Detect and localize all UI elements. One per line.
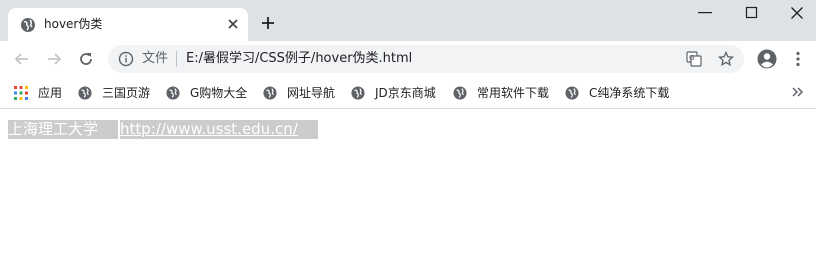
browser-toolbar: 文件 E:/暑假学习/CSS例子/hover伪类.html G	[0, 41, 816, 77]
globe-icon	[166, 86, 180, 100]
minimize-icon[interactable]	[698, 12, 712, 14]
bookmark-label: 常用软件下载	[477, 86, 550, 100]
bookmark-item[interactable]: C纯净系统下载	[565, 84, 669, 102]
info-icon[interactable]	[118, 51, 134, 67]
bookmark-item[interactable]: G购物大全	[166, 84, 247, 102]
more-vert-icon[interactable]	[794, 51, 802, 67]
new-tab-icon[interactable]	[261, 16, 275, 30]
translate-icon[interactable]: G	[686, 51, 702, 67]
globe-icon	[263, 86, 277, 100]
globe-icon	[78, 86, 92, 100]
bookmark-label: C纯净系统下载	[589, 86, 670, 100]
link-usst-name[interactable]: 上海理工大学	[8, 120, 119, 139]
address-bar[interactable]: 文件 E:/暑假学习/CSS例子/hover伪类.html G	[108, 45, 744, 73]
tab-active[interactable]: hover伪类	[8, 8, 248, 41]
link-row: 上海理工大学 http://www.usst.edu.cn/	[8, 120, 318, 139]
svg-text:G: G	[689, 54, 694, 62]
back-icon[interactable]	[13, 50, 31, 68]
bookmark-label: JD京东商城	[375, 86, 436, 100]
globe-icon	[351, 86, 365, 100]
globe-icon	[565, 86, 579, 100]
bookmark-item[interactable]: 三国页游	[78, 84, 150, 102]
bookmark-star-icon[interactable]	[718, 51, 734, 67]
bookmark-label: 三国页游	[102, 86, 151, 100]
omnibox-divider	[176, 51, 177, 67]
bookmark-item[interactable]: 常用软件下载	[453, 84, 549, 102]
close-icon[interactable]	[226, 17, 240, 31]
maximize-icon[interactable]	[745, 6, 759, 20]
apps-grid-icon	[14, 86, 28, 100]
bookmark-apps[interactable]: 应用	[14, 84, 62, 102]
forward-icon[interactable]	[45, 50, 63, 68]
globe-icon	[453, 86, 467, 100]
tab-strip: hover伪类	[0, 0, 816, 41]
profile-avatar-icon[interactable]	[757, 49, 777, 69]
url-text[interactable]: E:/暑假学习/CSS例子/hover伪类.html	[186, 51, 412, 67]
chevron-double-right-icon[interactable]	[790, 85, 804, 99]
page-content: 上海理工大学 http://www.usst.edu.cn/	[0, 110, 816, 272]
bookmark-label: 应用	[38, 86, 63, 100]
bookmark-item[interactable]: 网址导航	[263, 84, 335, 102]
bookmark-label: 网址导航	[287, 86, 336, 100]
bookmark-item[interactable]: JD京东商城	[351, 84, 436, 102]
bookmarks-bar: 应用 三国页游 G购物大全 网址导航 JD京东商城 常用软件下载 C纯净系统下载	[0, 77, 816, 109]
link-usst-url[interactable]: http://www.usst.edu.cn/	[120, 120, 318, 139]
reload-icon[interactable]	[77, 50, 95, 68]
window-close-icon[interactable]	[790, 6, 804, 20]
globe-icon	[21, 18, 35, 32]
bookmark-label: G购物大全	[190, 86, 248, 100]
scheme-chip[interactable]: 文件	[142, 51, 168, 67]
tab-title: hover伪类	[44, 17, 103, 31]
